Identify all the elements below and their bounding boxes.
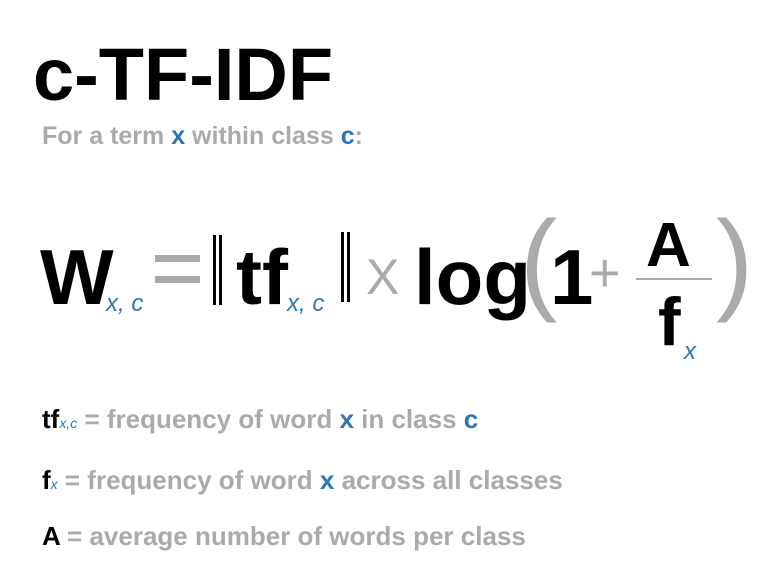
legend-text: = frequency of word (77, 404, 340, 434)
plus-sign: + (589, 243, 621, 303)
fraction-denominator-sub: x (684, 338, 696, 365)
legend-symbol: tf (42, 404, 60, 434)
subtitle-class: c (340, 122, 355, 150)
legend-text: = frequency of word (57, 465, 320, 495)
norm-bar-left (219, 235, 222, 305)
norm-bar-left (213, 235, 216, 305)
page-title: c-TF-IDF (33, 33, 334, 116)
equals-sign (155, 255, 200, 262)
fraction-line (636, 278, 712, 280)
legend-symbol: f (42, 465, 51, 495)
fraction-numerator: A (646, 211, 691, 280)
close-paren: ) (716, 198, 754, 323)
legend-symbol-sub: x (50, 476, 58, 492)
formula-lhs-sub: x, c (106, 290, 144, 317)
legend-text: in class (353, 404, 464, 434)
legend-var: x (339, 404, 354, 434)
subtitle-text: : (354, 122, 363, 150)
formula-tf: tf (236, 233, 288, 321)
subtitle-text: For a term (42, 122, 172, 150)
subtitle: For a term x within class c: (42, 124, 363, 149)
legend-text: = average number of words per class (59, 521, 526, 551)
legend-item-f: fx = frequency of word x across all clas… (42, 467, 563, 493)
legend-symbol: A (42, 521, 60, 551)
fraction-denominator: f (658, 284, 681, 360)
legend-var: x (319, 465, 335, 495)
subtitle-term: x (171, 122, 186, 150)
norm-bar-right (341, 232, 344, 302)
formula-lhs: W (40, 233, 114, 321)
legend-text: across all classes (334, 465, 563, 495)
formula-tf-sub: x, c (287, 290, 325, 317)
legend-var: c (463, 404, 479, 434)
legend-item-a: A = average number of words per class (42, 523, 526, 549)
times-sign: X (366, 249, 400, 305)
subtitle-text: within class (185, 122, 341, 150)
formula-one: 1 (550, 233, 594, 321)
legend-symbol-sub: x,c (59, 415, 78, 431)
legend-item-tf: tfx,c = frequency of word x in class c (42, 406, 478, 432)
formula-log: log (414, 233, 531, 321)
equals-sign (155, 276, 200, 283)
norm-bar-right (347, 232, 350, 302)
